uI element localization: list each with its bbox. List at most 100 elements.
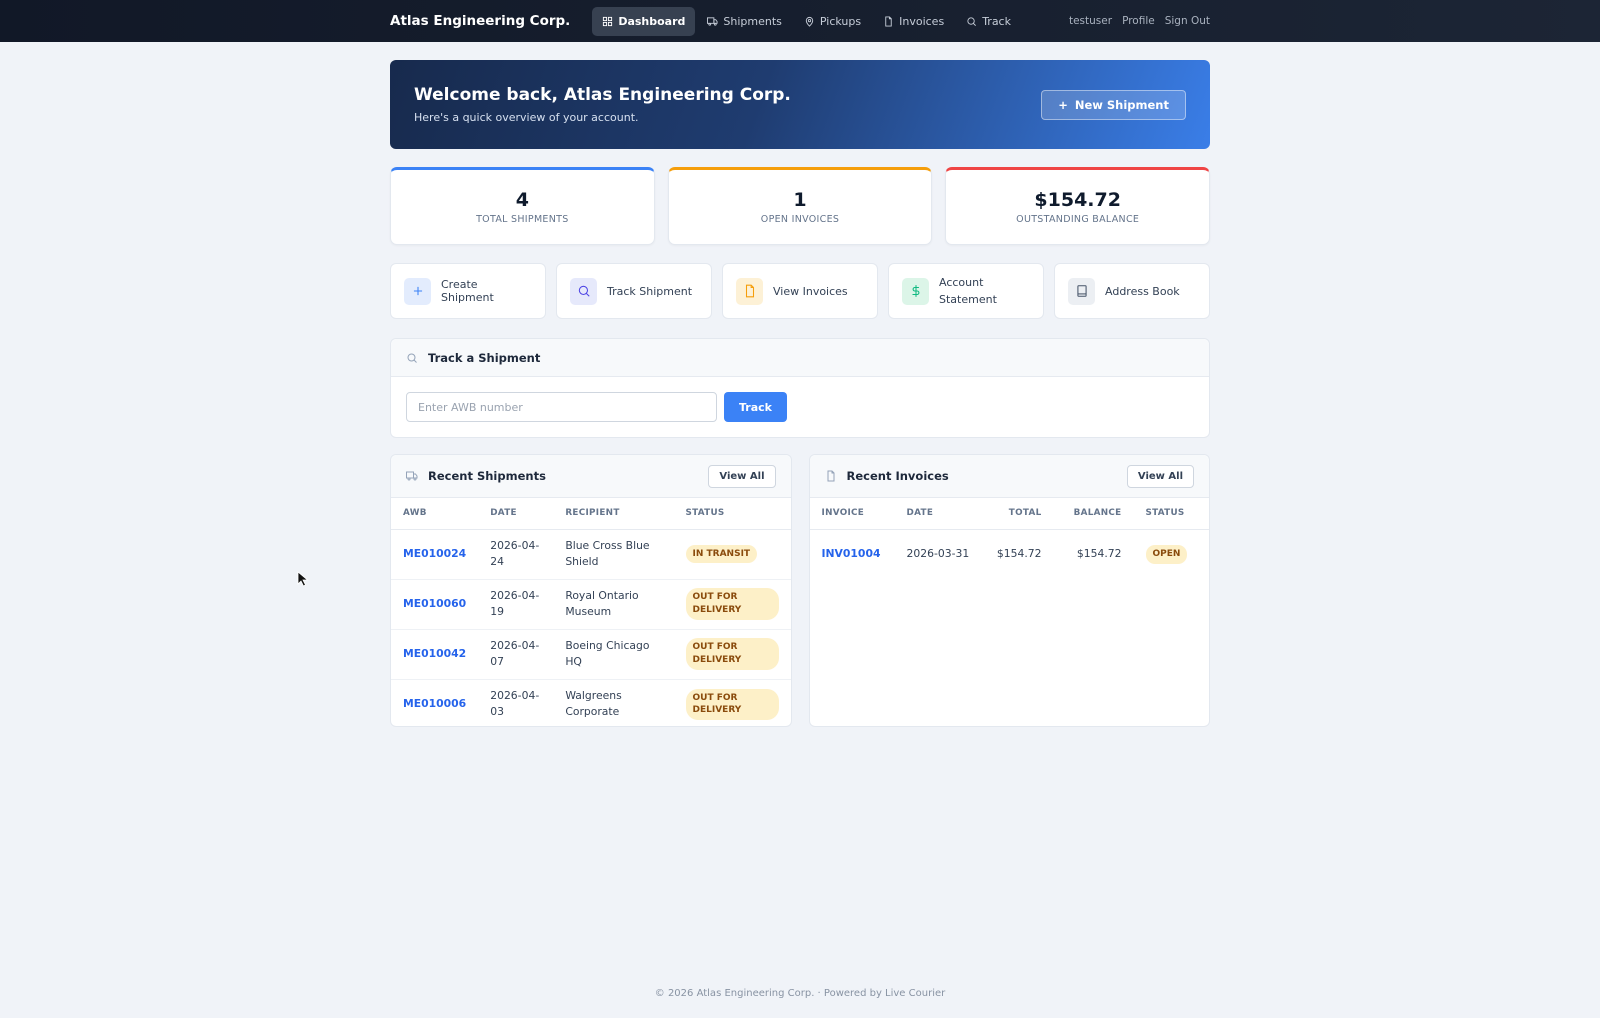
total-cell: $154.72 — [996, 547, 1042, 561]
card-header: Recent Invoices View All — [809, 455, 1209, 498]
recipient-cell: Walgreens Corporate — [565, 689, 622, 719]
create-shipment-action[interactable]: Create Shipment — [390, 263, 546, 319]
shipments-table: AWB DATE RECIPIENT STATUS ME010024 2026-… — [391, 498, 791, 729]
new-shipment-button[interactable]: + New Shipment — [1041, 89, 1186, 120]
table-header-row: INVOICE DATE TOTAL BALANCE STATUS — [809, 498, 1209, 530]
action-label: Track Shipment — [607, 284, 693, 298]
column-header: BALANCE — [1053, 498, 1134, 530]
brand-name[interactable]: Atlas Engineering Corp. — [390, 13, 570, 29]
track-button[interactable]: Track — [724, 392, 787, 422]
recipient-cell: Royal Ontario Museum — [553, 579, 674, 630]
status-badge: OPEN — [1145, 544, 1188, 564]
view-all-shipments-button[interactable]: View All — [708, 464, 776, 488]
stat-open-invoices: 1 OPEN INVOICES — [667, 167, 933, 245]
column-header: STATUS — [673, 498, 791, 530]
dollar-icon — [902, 277, 929, 305]
nav-item-label: Track — [982, 14, 1011, 28]
plus-icon: + — [1058, 97, 1068, 112]
awb-link[interactable]: ME010006 — [391, 679, 478, 729]
top-navbar: Atlas Engineering Corp. Dashboard Shipme… — [0, 0, 1600, 42]
status-badge: OUT FOR DELIVERY — [685, 688, 779, 720]
awb-link[interactable]: ME010042 — [391, 629, 479, 680]
stat-value: 4 — [515, 189, 529, 211]
nav-item-invoices[interactable]: Invoices — [873, 7, 954, 36]
table-row[interactable]: ME010024 2026-04-24 Blue Cross Blue Shie… — [391, 529, 791, 580]
grid-icon — [603, 16, 613, 26]
status-badge: IN TRANSIT — [685, 544, 758, 564]
map-pin-icon — [805, 16, 814, 27]
status-badge: OUT FOR DELIVERY — [685, 638, 779, 670]
column-header: TOTAL — [984, 498, 1054, 530]
search-icon — [967, 16, 977, 26]
nav-item-label: Invoices — [899, 14, 945, 28]
date-cell: 2026-04-19 — [478, 579, 554, 630]
nav-item-label: Pickups — [819, 14, 862, 28]
search-icon — [570, 277, 597, 305]
stat-label: TOTAL SHIPMENTS — [476, 214, 569, 225]
table-header-row: AWB DATE RECIPIENT STATUS — [391, 498, 791, 530]
file-icon — [827, 470, 834, 482]
table-row[interactable]: ME010006 2026-04-03 Walgreens Corporate … — [391, 679, 791, 729]
nav-item-shipments[interactable]: Shipments — [697, 7, 792, 36]
column-header: DATE — [894, 498, 985, 530]
column-header: DATE — [478, 498, 554, 530]
status-cell: OUT FOR DELIVERY — [673, 629, 791, 680]
column-header: RECIPIENT — [553, 498, 674, 530]
sign-out-link[interactable]: Sign Out — [1165, 15, 1210, 27]
track-shipment-action[interactable]: Track Shipment — [556, 263, 712, 319]
action-label: Account Statement — [939, 275, 997, 306]
view-invoices-action[interactable]: View Invoices — [722, 263, 878, 319]
nav-item-dashboard[interactable]: Dashboard — [592, 6, 696, 36]
column-header: AWB — [391, 498, 479, 530]
stat-label: OUTSTANDING BALANCE — [1016, 214, 1140, 225]
address-book-action[interactable]: Address Book — [1054, 263, 1210, 319]
mouse-cursor-icon — [297, 571, 309, 587]
stat-value: $154.72 — [1034, 189, 1121, 211]
status-cell: IN TRANSIT — [673, 529, 791, 580]
recent-invoices-card: Recent Invoices View All INVOICE DATE TO… — [808, 454, 1210, 727]
table-row[interactable]: ME010042 2026-04-07 Boeing Chicago HQ OU… — [391, 629, 791, 680]
truck-icon — [406, 471, 418, 481]
account-statement-action[interactable]: Account Statement — [888, 263, 1044, 319]
date-cell: 2026-04-24 — [478, 529, 554, 580]
username[interactable]: testuser — [1069, 15, 1112, 27]
new-shipment-label: New Shipment — [1074, 97, 1169, 112]
card-title: Track a Shipment — [428, 350, 541, 365]
awb-search-input[interactable] — [406, 392, 717, 422]
card-title: Recent Invoices — [846, 469, 949, 483]
search-icon — [407, 353, 417, 363]
main-nav: Dashboard Shipments Pickups Invoices Tra… — [592, 6, 1021, 36]
status-cell: OUT FOR DELIVERY — [673, 579, 791, 630]
column-header: INVOICE — [809, 498, 895, 530]
action-label: View Invoices — [773, 284, 848, 298]
track-shipment-card: Track a Shipment Track — [390, 338, 1210, 438]
date-cell: 2026-04-07 — [478, 629, 554, 680]
welcome-title: Welcome back, Atlas Engineering Corp. — [414, 85, 791, 105]
nav-item-track[interactable]: Track — [956, 7, 1021, 36]
status-cell: OUT FOR DELIVERY — [674, 679, 791, 729]
status-cell: OPEN — [1134, 529, 1210, 579]
nav-item-label: Shipments — [723, 14, 782, 28]
stat-outstanding-balance: $154.72 OUTSTANDING BALANCE — [945, 167, 1211, 245]
date-cell: 2026-03-31 — [906, 547, 970, 561]
recent-shipments-card: Recent Shipments View All AWB DATE RECIP… — [390, 454, 792, 727]
table-row[interactable]: INV01004 2026-03-31 $154.72 $154.72 OPEN — [810, 529, 1210, 579]
quick-actions: Create Shipment Track Shipment View Invo… — [390, 263, 1210, 319]
stat-label: OPEN INVOICES — [760, 214, 840, 225]
action-label: Create Shipment — [441, 278, 494, 304]
stat-total-shipments: 4 TOTAL SHIPMENTS — [390, 167, 655, 245]
recent-panels: Recent Shipments View All AWB DATE RECIP… — [390, 454, 1210, 727]
invoice-link[interactable]: INV01004 — [810, 529, 895, 579]
view-all-invoices-button[interactable]: View All — [1126, 464, 1194, 488]
table-row[interactable]: ME010060 2026-04-19 Royal Ontario Museum… — [391, 579, 791, 630]
welcome-banner: Welcome back, Atlas Engineering Corp. He… — [390, 60, 1210, 149]
nav-item-pickups[interactable]: Pickups — [794, 7, 871, 36]
card-header: Track a Shipment — [391, 339, 1209, 377]
card-header: Recent Shipments View All — [391, 455, 791, 498]
profile-link[interactable]: Profile — [1122, 15, 1155, 27]
file-icon — [885, 15, 892, 27]
awb-link[interactable]: ME010060 — [391, 579, 479, 630]
status-badge: OUT FOR DELIVERY — [685, 588, 779, 620]
awb-link[interactable]: ME010024 — [391, 529, 479, 580]
welcome-subtitle: Here's a quick overview of your account. — [414, 111, 639, 124]
